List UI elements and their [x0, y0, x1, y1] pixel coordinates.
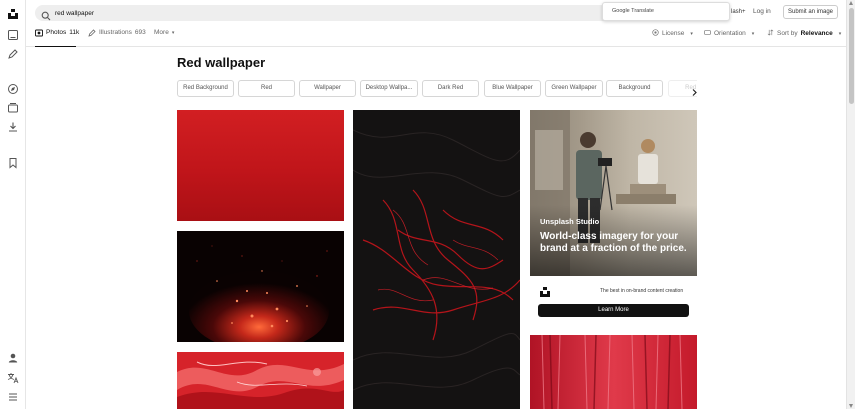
- chip-desktop-wallpaper[interactable]: Desktop Wallpa...: [360, 80, 418, 97]
- page-scrollbar[interactable]: [846, 0, 855, 409]
- collections-icon[interactable]: [7, 102, 19, 114]
- left-rail: [0, 0, 26, 409]
- tab-illustrations-label: Illustrations: [99, 29, 132, 36]
- chevron-down-icon: ▾: [751, 30, 755, 37]
- chip-background[interactable]: Background: [606, 80, 663, 97]
- chip-red[interactable]: Red: [238, 80, 295, 97]
- tab-photos-count: 11k: [69, 29, 80, 36]
- chevron-down-icon: ▾: [838, 30, 842, 37]
- search-icon[interactable]: [41, 8, 51, 21]
- orientation-label: Orientation: [714, 30, 746, 37]
- chip-wallpaper[interactable]: Wallpaper: [299, 80, 356, 97]
- sort-icon: [767, 29, 774, 38]
- unsplash-plus-link[interactable]: lash+: [731, 9, 746, 15]
- page: Google Translate lash+ Log in Submit an …: [0, 0, 855, 409]
- promo-headline: World-class imagery for your brand at a …: [540, 231, 687, 254]
- user-icon[interactable]: [7, 352, 19, 364]
- related-searches: Red Background Red Wallpaper Desktop Wal…: [177, 80, 697, 97]
- license-icon: [652, 29, 659, 38]
- chevron-right-icon[interactable]: [690, 84, 698, 96]
- login-link[interactable]: Log in: [753, 8, 771, 15]
- scrollbar-thumb[interactable]: [849, 8, 854, 104]
- tab-illustrations[interactable]: Illustrations 693: [88, 29, 146, 47]
- learn-more-button[interactable]: Learn More: [538, 304, 689, 317]
- promo-brand: Unsplash Studio: [540, 217, 600, 226]
- photo-red-fractal[interactable]: [353, 110, 520, 409]
- orientation-filter[interactable]: Orientation ▾: [704, 29, 754, 38]
- photo-red-gradient[interactable]: [177, 110, 344, 221]
- license-label: License: [662, 30, 685, 37]
- translate-icon[interactable]: [7, 372, 19, 384]
- chip-red-background[interactable]: Red Background: [177, 80, 234, 97]
- popup-text: Google Translate: [612, 8, 654, 14]
- chip-dark-red[interactable]: Dark Red: [422, 80, 479, 97]
- page-title: Red wallpaper: [177, 55, 266, 70]
- photo-red-fluid-art[interactable]: [177, 352, 344, 409]
- chip-green-wallpaper[interactable]: Green Wallpaper: [545, 80, 603, 97]
- media-tabs: Photos 11k Illustrations 693 More ▾ Lice…: [26, 24, 846, 47]
- unsplash-studio-ad[interactable]: Unsplash Studio World-class imagery for …: [530, 110, 697, 324]
- download-icon[interactable]: [7, 121, 19, 133]
- pen-icon[interactable]: [7, 48, 19, 60]
- sort-value: Relevance: [800, 30, 833, 37]
- menu-icon[interactable]: [7, 391, 19, 403]
- tab-illustrations-count: 693: [134, 29, 146, 36]
- unsplash-logo-icon: [539, 285, 551, 297]
- orientation-icon: [704, 29, 711, 38]
- sort-prefix: Sort by: [777, 30, 798, 37]
- photo-red-particles[interactable]: [177, 231, 344, 342]
- submit-image-button[interactable]: Submit an image: [783, 5, 838, 19]
- tab-more-label: More: [154, 29, 169, 36]
- photo-red-paint-strokes[interactable]: [530, 335, 697, 409]
- photo-icon: [35, 29, 43, 37]
- compass-icon[interactable]: [7, 83, 19, 95]
- chevron-down-icon: ▾: [690, 30, 693, 37]
- sort-filter[interactable]: Sort by Relevance ▾: [767, 29, 841, 38]
- search-input[interactable]: [55, 7, 595, 19]
- tab-photos[interactable]: Photos 11k: [35, 29, 80, 47]
- unsplash-logo-icon[interactable]: [7, 8, 19, 20]
- illustration-icon: [88, 29, 96, 37]
- home-icon[interactable]: [7, 29, 19, 41]
- bookmark-icon[interactable]: [7, 157, 19, 169]
- google-translate-popup[interactable]: Google Translate: [602, 2, 730, 21]
- license-filter[interactable]: License ▾: [652, 29, 693, 38]
- tab-photos-label: Photos: [46, 29, 67, 36]
- promo-tagline: The best in on-brand content creation: [600, 288, 684, 294]
- scroll-down-arrow-icon[interactable]: [849, 404, 853, 408]
- chevron-down-icon: ▾: [171, 30, 175, 36]
- tab-more[interactable]: More ▾: [154, 29, 174, 47]
- search-bar[interactable]: [35, 5, 625, 21]
- chip-blue-wallpaper[interactable]: Blue Wallpaper: [484, 80, 541, 97]
- scroll-up-arrow-icon[interactable]: [849, 1, 853, 5]
